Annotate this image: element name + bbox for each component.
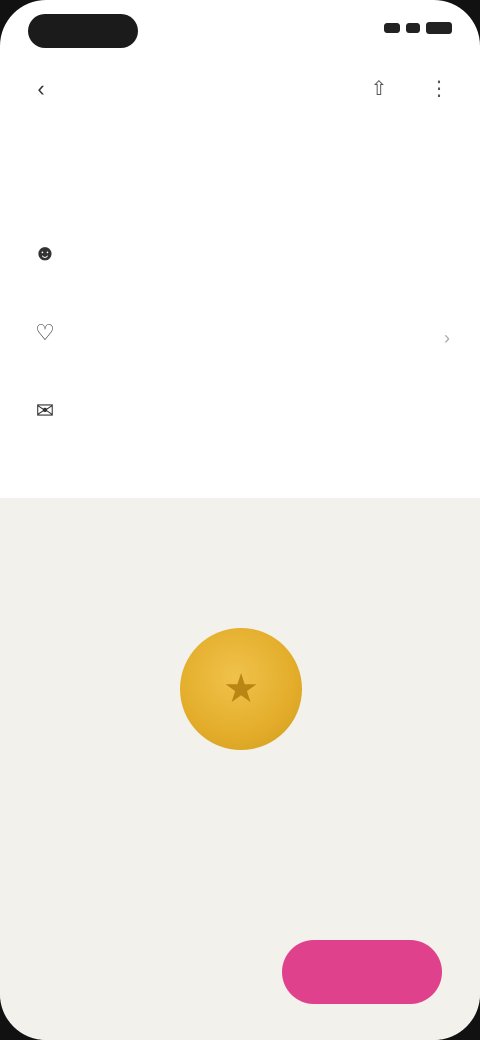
status-bar <box>0 0 480 60</box>
feature-item[interactable]: ♡ › <box>30 318 450 378</box>
feature-item[interactable]: ☻ <box>30 238 450 298</box>
signal-icon <box>384 23 400 33</box>
feature-item[interactable]: ✉ <box>30 396 450 476</box>
status-indicators <box>384 22 452 34</box>
user-icon: ☻ <box>33 240 57 265</box>
coin-icon: ★ <box>180 628 302 750</box>
chevron-right-icon: › <box>444 328 450 348</box>
wifi-icon <box>406 23 420 33</box>
back-arrow-icon[interactable]: ‹ <box>28 76 54 102</box>
top-bar: ‹ ⇧ ⋮ <box>0 64 480 114</box>
subscribe-button[interactable] <box>282 940 442 1004</box>
share-icon[interactable]: ⇧ <box>366 76 392 102</box>
battery-icon <box>426 22 452 34</box>
app-screen: ‹ ⇧ ⋮ ☻ ♡ › ✉ ★ <box>0 0 480 1040</box>
more-icon[interactable]: ⋮ <box>426 76 452 102</box>
premium-promo: ★ <box>0 498 480 1040</box>
chat-icon: ✉ <box>35 398 55 423</box>
status-time-pill <box>28 14 138 48</box>
heart-icon: ♡ <box>35 320 55 345</box>
